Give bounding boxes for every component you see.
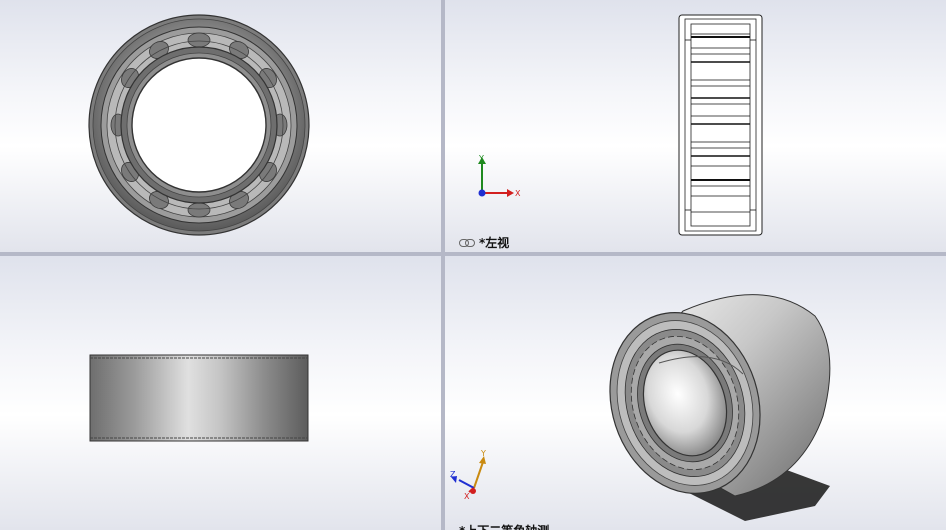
view-label-isometric: *上下二等角轴测 [459,522,549,530]
coordinate-triad: Y X [478,154,521,198]
triad-iso-x-label: X [464,492,470,500]
viewport-grid: Y X *左视 Y Z X [0,0,946,530]
view-label-text: *左视 [479,236,510,250]
link-icon [459,238,475,247]
bearing-front-model [88,14,310,236]
triad-iso-y-label: Y [480,449,486,458]
bearing-isometric-model [609,294,831,521]
triad-iso-z-label: Z [450,470,456,479]
view-label-left: *左视 [459,234,509,251]
viewport-isometric[interactable]: Y Z X *上下二等角轴测 [445,256,946,530]
triad-y-label: Y [478,154,484,163]
viewport-left[interactable]: Y X *左视 [445,0,946,252]
viewport-top[interactable] [0,256,441,530]
coordinate-triad-iso: Y Z X [450,449,486,500]
bearing-top-model [89,354,309,442]
view-label-iso-text: *上下二等角轴测 [459,522,549,530]
viewport-front[interactable] [0,0,441,252]
triad-x-label: X [515,189,521,198]
bearing-left-model [678,14,763,236]
